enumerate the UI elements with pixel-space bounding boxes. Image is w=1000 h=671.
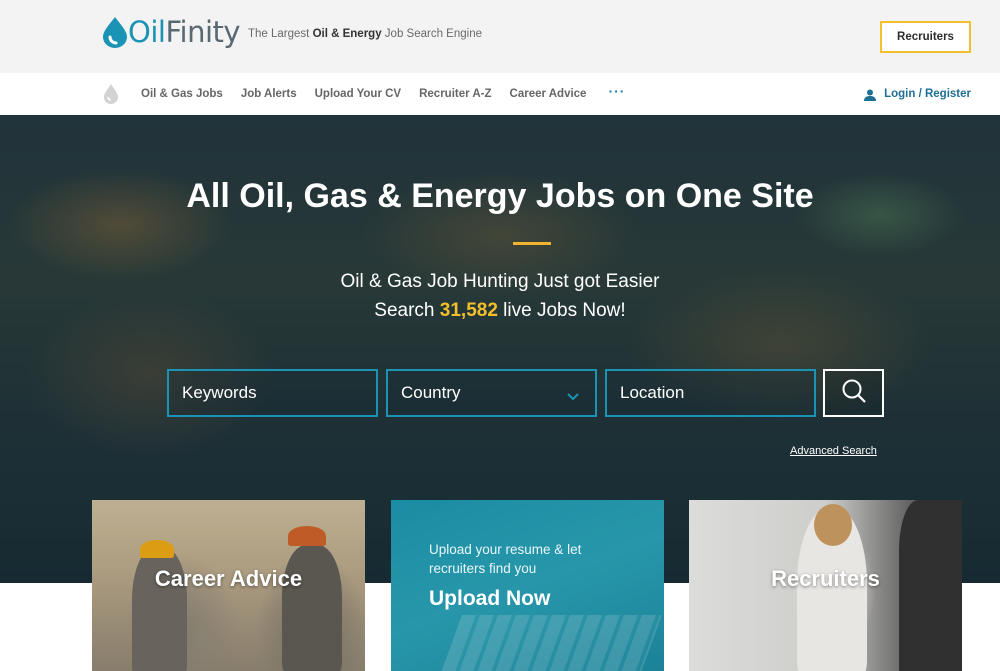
nav-item-upload-cv[interactable]: Upload Your CV [315, 88, 401, 100]
job-count: 31,582 [439, 300, 498, 321]
user-icon [864, 88, 877, 101]
search-button[interactable] [823, 369, 884, 417]
tagline-pre: The Largest [248, 28, 313, 40]
nav-item-recruiter-az[interactable]: Recruiter A-Z [419, 88, 491, 100]
search-post: live Jobs Now! [497, 300, 626, 321]
career-advice-title: Career Advice [154, 566, 303, 591]
advanced-search-link[interactable]: Advanced Search [790, 445, 877, 457]
logo-finity: Finity [165, 15, 241, 49]
upload-description: Upload your resume & let recruiters find… [429, 542, 582, 576]
search-icon [841, 378, 867, 409]
nav-items: Oil & Gas Jobs Job Alerts Upload Your CV… [141, 73, 625, 115]
logo-wordmark: OilFinity [128, 15, 241, 49]
country-select[interactable]: Country [386, 369, 597, 417]
tagline-post: Job Search Engine [381, 28, 482, 40]
keyboard-graphic [440, 615, 662, 671]
recruiters-button[interactable]: Recruiters [880, 21, 971, 53]
hero-title: All Oil, Gas & Energy Jobs on One Site [186, 177, 814, 215]
hero-divider [513, 242, 551, 245]
login-register-link[interactable]: Login / Register [864, 73, 971, 115]
hero-job-count-line: Search 31,582 live Jobs Now! [0, 300, 1000, 322]
chevron-down-icon [567, 387, 579, 401]
oil-drop-logo-icon [100, 15, 130, 49]
search-pre: Search [374, 300, 440, 321]
logo-oil: Oil [128, 15, 166, 49]
recruiters-title: Recruiters [771, 566, 880, 591]
keywords-input[interactable]: Keywords [167, 369, 378, 417]
nav-item-job-alerts[interactable]: Job Alerts [241, 88, 297, 100]
upload-now-title: Upload Now [429, 587, 551, 610]
hero-banner: All Oil, Gas & Energy Jobs on One Site O… [0, 115, 1000, 583]
site-logo[interactable]: OilFinity [100, 12, 241, 52]
tagline-bold: Oil & Energy [312, 28, 382, 40]
main-nav: Oil & Gas Jobs Job Alerts Upload Your CV… [0, 73, 1000, 115]
login-label: Login / Register [884, 88, 971, 100]
location-input[interactable]: Location [605, 369, 816, 417]
site-tagline: The Largest Oil & Energy Job Search Engi… [248, 28, 482, 40]
drop-icon[interactable] [103, 83, 119, 105]
nav-item-career-advice[interactable]: Career Advice [510, 88, 587, 100]
top-header: OilFinity The Largest Oil & Energy Job S… [0, 0, 1000, 73]
hero-subtitle: Oil & Gas Job Hunting Just got Easier [340, 271, 660, 292]
more-menu-icon[interactable]: ··· [608, 83, 625, 99]
nav-item-oil-gas-jobs[interactable]: Oil & Gas Jobs [141, 88, 223, 100]
country-value: Country [401, 383, 461, 402]
